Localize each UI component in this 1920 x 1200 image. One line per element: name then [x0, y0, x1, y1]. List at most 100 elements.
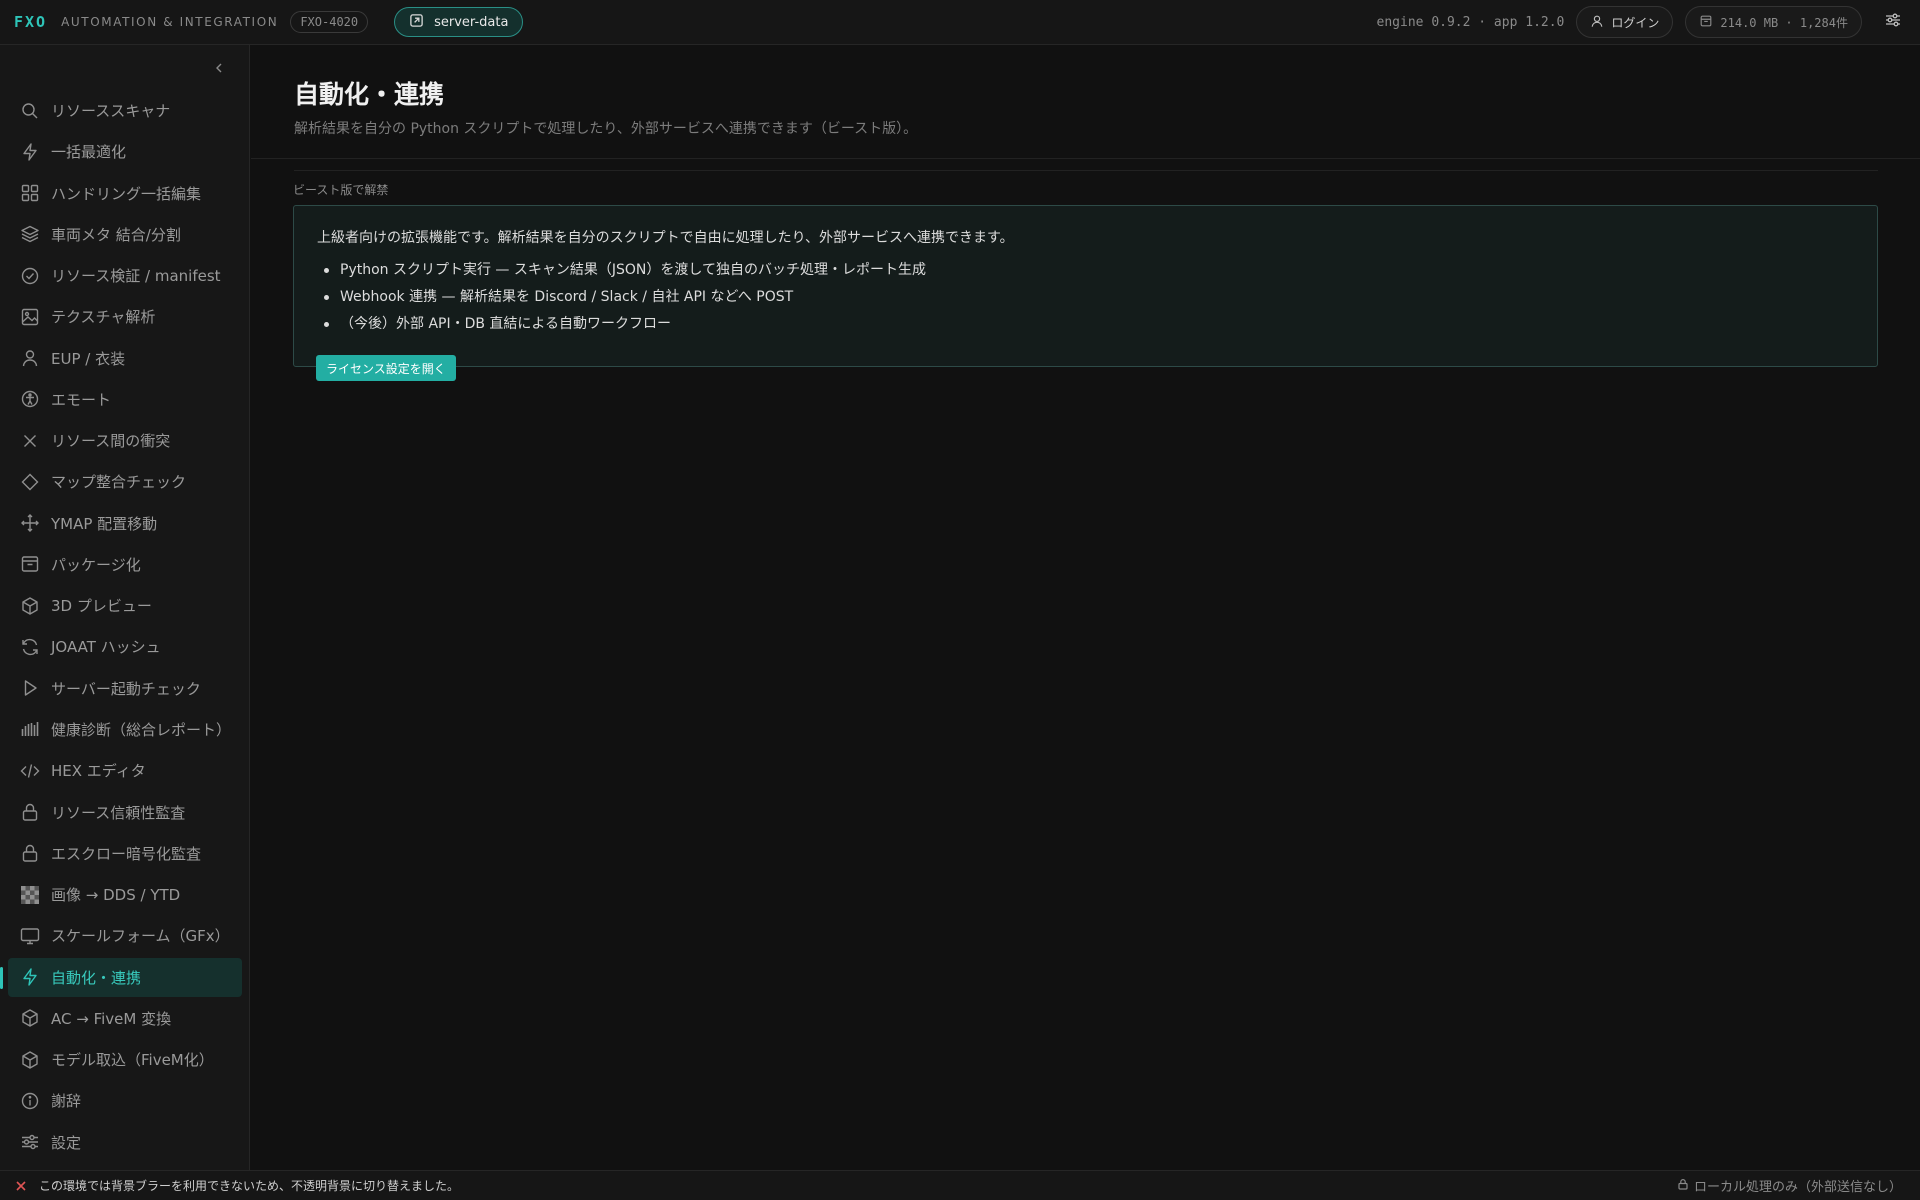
list-item: Python スクリプト実行 — スキャン結果（JSON）を渡して独自のバッチ処…: [317, 261, 926, 288]
sidebar-item-label: 健康診断（総合レポート）: [51, 720, 232, 739]
collapse-sidebar-button[interactable]: [210, 59, 228, 77]
accessibility-icon: [20, 389, 40, 409]
page-subtitle: 解析結果を自分の Python スクリプトで処理したり、外部サービスへ連携できま…: [294, 121, 918, 137]
sidebar-item[interactable]: 自動化・連携: [0, 957, 242, 997]
card-description: 上級者向けの拡張機能です。解析結果を自分のスクリプトで自由に処理したり、外部サー…: [317, 230, 1014, 246]
sidebar-item-label: テクスチャ解析: [51, 308, 156, 327]
sidebar-item[interactable]: パッケージ化: [8, 545, 242, 584]
sidebar-item[interactable]: ハンドリング一括編集: [8, 174, 242, 213]
sidebar-item-label: パッケージ化: [51, 555, 141, 574]
sidebar-item-label: 一括最適化: [51, 143, 127, 162]
x-icon: [20, 431, 40, 451]
sidebar-item-label: JOAAT ハッシュ: [51, 638, 161, 657]
user-icon: [20, 348, 40, 368]
checker-icon: [20, 885, 40, 905]
version-badge: FXO-4020: [290, 11, 369, 33]
sidebar-item-label: リソーススキャナ: [51, 102, 171, 120]
sidebar-item[interactable]: HEX エディタ: [8, 751, 242, 790]
status-message: この環境では背景ブラーを利用できないため、不透明背景に切り替えました。: [39, 1179, 460, 1193]
privacy-indicator: ローカル処理のみ（外部送信なし）: [1677, 1176, 1902, 1195]
check-circle-icon: [20, 266, 40, 286]
sidebar-item[interactable]: 画像 → DDS / YTD: [8, 875, 242, 914]
user-icon: [1590, 14, 1604, 31]
image-icon: [20, 307, 40, 327]
project-selector[interactable]: server-data: [394, 7, 524, 37]
sidebar-item-label: マップ整合チェック: [51, 473, 187, 492]
list-item: （今後）外部 API・DB 直結による自動ワークフロー: [317, 315, 926, 342]
login-label: ログイン: [1611, 15, 1660, 30]
info-icon: [20, 1091, 40, 1111]
brand-logo: FXO: [14, 13, 48, 31]
sidebar-item[interactable]: EUP / 衣装: [8, 339, 242, 378]
sidebar-item[interactable]: エモート: [8, 380, 242, 419]
sidebar-item-label: 設定: [51, 1133, 82, 1152]
code-icon: [20, 761, 40, 781]
sidebar-item[interactable]: JOAAT ハッシュ: [8, 627, 242, 666]
sidebar-item[interactable]: 謝辞: [8, 1081, 242, 1120]
cube-icon: [20, 1050, 40, 1070]
feature-card: 上級者向けの拡張機能です。解析結果を自分のスクリプトで自由に処理したり、外部サー…: [293, 205, 1878, 367]
status-bar: この環境では背景ブラーを利用できないため、不透明背景に切り替えました。 ローカル…: [0, 1170, 1920, 1200]
sidebar-item-label: エスクロー暗号化監査: [51, 844, 202, 863]
move-icon: [20, 513, 40, 533]
storage-indicator[interactable]: 214.0 MB · 1,284件: [1685, 6, 1862, 38]
close-icon[interactable]: [14, 1179, 28, 1193]
main-content: 自動化・連携 解析結果を自分の Python スクリプトで処理したり、外部サービ…: [251, 45, 1920, 1170]
login-button[interactable]: ログイン: [1576, 6, 1674, 38]
sidebar-item-label: ハンドリング一括編集: [51, 184, 202, 203]
sidebar-item[interactable]: 3D プレビュー: [8, 586, 242, 625]
sidebar-item-label: AC → FiveM 変換: [51, 1009, 172, 1028]
header-divider: [251, 158, 1920, 159]
refresh-icon: [20, 637, 40, 657]
sidebar-item-label: HEX エディタ: [51, 762, 146, 781]
project-name: server-data: [434, 14, 509, 30]
sidebar-item-label: YMAP 配置移動: [51, 514, 158, 533]
top-bar: FXO AUTOMATION & INTEGRATION FXO-4020 se…: [0, 0, 1920, 45]
lock-icon: [20, 843, 40, 863]
sidebar-item[interactable]: AC → FiveM 変換: [8, 999, 242, 1038]
sidebar-item[interactable]: YMAP 配置移動: [8, 504, 242, 543]
sidebar-item-label: EUP / 衣装: [51, 349, 126, 368]
engine-version: engine 0.9.2 · app 1.2.0: [1376, 14, 1565, 30]
lock-icon: [20, 802, 40, 822]
sidebar-item[interactable]: 車両メタ 結合/分割: [8, 215, 242, 254]
chevron-left-icon: [213, 59, 225, 78]
sidebar-item-label: 画像 → DDS / YTD: [51, 886, 181, 905]
archive-icon: [1699, 14, 1713, 31]
sidebar-item[interactable]: サーバー起動チェック: [8, 669, 242, 708]
external-link-icon: [409, 13, 424, 32]
grid-icon: [20, 183, 40, 203]
sidebar-item-label: 自動化・連携: [51, 968, 142, 987]
sidebar-item[interactable]: マップ整合チェック: [8, 462, 242, 501]
section-divider: [294, 170, 1878, 171]
settings-toggle-button[interactable]: [1880, 9, 1906, 35]
sidebar-item[interactable]: リソース検証 / manifest: [8, 256, 242, 295]
sidebar: リソーススキャナ 一括最適化ハンドリング一括編集 車両メタ 結合/分割リソース検証 …: [0, 45, 250, 1170]
sliders-icon: [20, 1132, 40, 1152]
sidebar-item-label: 謝辞: [51, 1092, 82, 1111]
sidebar-item[interactable]: リソーススキャナ: [8, 91, 242, 130]
sliders-icon: [1884, 11, 1902, 33]
lock-icon: [1677, 1178, 1689, 1194]
sidebar-nav: リソーススキャナ 一括最適化ハンドリング一括編集 車両メタ 結合/分割リソース検証 …: [0, 91, 242, 1164]
sidebar-item-label: サーバー起動チェック: [51, 679, 201, 698]
sidebar-item-label: リソース検証 / manifest: [51, 267, 221, 286]
monitor-icon: [20, 926, 40, 946]
sidebar-item[interactable]: テクスチャ解析: [8, 297, 242, 336]
sidebar-item-label: 車両メタ 結合/分割: [51, 225, 181, 244]
sidebar-item[interactable]: 健康診断（総合レポート）: [8, 710, 242, 749]
bars-icon: [20, 719, 40, 739]
page-title: 自動化・連携: [294, 80, 445, 109]
sidebar-item[interactable]: リソース信頼性監査: [8, 793, 242, 832]
sidebar-item-label: スケールフォーム（GFx）: [51, 927, 230, 946]
open-license-settings-button[interactable]: ライセンス設定を開く: [316, 355, 456, 381]
diamond-icon: [20, 472, 40, 492]
sidebar-item[interactable]: エスクロー暗号化監査: [8, 834, 242, 873]
sidebar-item[interactable]: モデル取込（FiveM化）: [8, 1040, 242, 1079]
search-icon: [20, 101, 40, 121]
sidebar-item[interactable]: 一括最適化: [8, 132, 242, 171]
sidebar-item[interactable]: 設定: [8, 1123, 242, 1162]
sidebar-item[interactable]: スケールフォーム（GFx）: [8, 916, 242, 955]
sidebar-item[interactable]: リソース間の衝突: [8, 421, 242, 460]
list-item: Webhook 連携 — 解析結果を Discord / Slack / 自社 …: [317, 288, 926, 315]
